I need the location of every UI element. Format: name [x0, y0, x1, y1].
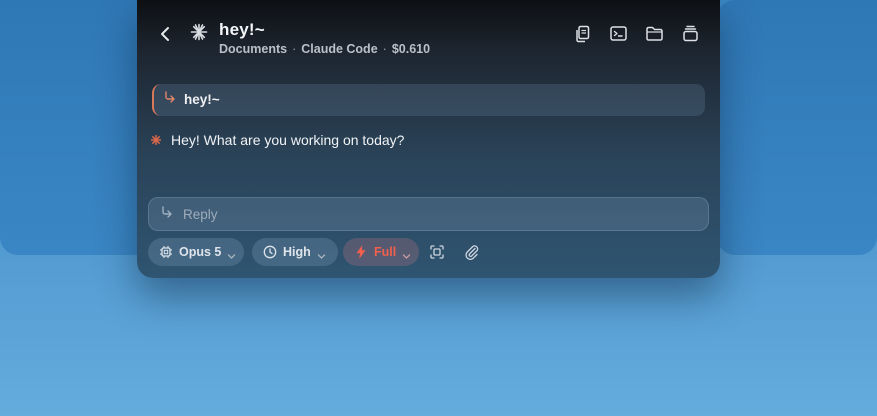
separator-dot: · — [292, 42, 297, 56]
cost-label: $0.610 — [391, 42, 431, 56]
cpu-icon — [159, 245, 173, 259]
reply-placeholder: Reply — [183, 207, 218, 222]
terminal-button[interactable] — [609, 24, 628, 43]
attach-button[interactable] — [464, 244, 480, 261]
permission-mode-selector[interactable]: Full — [343, 238, 419, 266]
folder-label: Documents — [219, 42, 288, 56]
stack-icon — [683, 25, 698, 42]
paperclip-icon — [465, 245, 479, 261]
conversation-title: hey!~ — [219, 20, 265, 39]
bolt-icon — [354, 245, 368, 259]
effort-label: High — [283, 245, 311, 259]
reply-input[interactable]: Reply — [148, 197, 709, 231]
model-selector[interactable]: Opus 5 — [148, 238, 244, 266]
composer-toolbar: Opus 5 High Full — [148, 238, 709, 266]
spark-icon — [190, 23, 208, 41]
background-window-right — [717, 0, 877, 255]
separator-dot: · — [382, 42, 387, 56]
app-label: Claude Code — [301, 42, 378, 56]
chevron-down-icon — [227, 248, 236, 259]
copy-button[interactable] — [573, 24, 592, 43]
reply-arrow-icon — [164, 91, 176, 106]
back-button[interactable] — [157, 24, 175, 44]
folder-icon — [646, 26, 663, 41]
conversation-subtitle: Documents · Claude Code · $0.610 — [219, 42, 430, 56]
chevron-down-icon — [317, 248, 326, 259]
permission-mode-label: Full — [374, 245, 397, 259]
assistant-message-text: Hey! What are you working on today? — [171, 132, 405, 148]
user-message: hey!~ — [152, 84, 705, 116]
model-label: Opus 5 — [179, 245, 222, 259]
stack-button[interactable] — [681, 24, 700, 43]
effort-selector[interactable]: High — [252, 238, 338, 266]
folder-button[interactable] — [645, 24, 664, 43]
chevron-down-icon — [402, 248, 411, 259]
reply-arrow-icon — [161, 206, 173, 221]
assistant-asterisk-icon — [150, 134, 162, 148]
chat-window: hey!~ Documents · Claude Code · $0.610 h… — [137, 0, 720, 278]
window-header: hey!~ Documents · Claude Code · $0.610 — [137, 0, 720, 68]
copy-icon — [576, 25, 590, 43]
screenshot-icon — [430, 245, 444, 259]
screenshot-button[interactable] — [429, 244, 445, 260]
terminal-icon — [610, 26, 627, 41]
user-message-text: hey!~ — [184, 92, 220, 107]
back-chevron-icon — [161, 27, 169, 41]
header-toolbar — [573, 24, 700, 43]
clock-icon — [263, 245, 277, 259]
background-window-left — [0, 0, 160, 255]
